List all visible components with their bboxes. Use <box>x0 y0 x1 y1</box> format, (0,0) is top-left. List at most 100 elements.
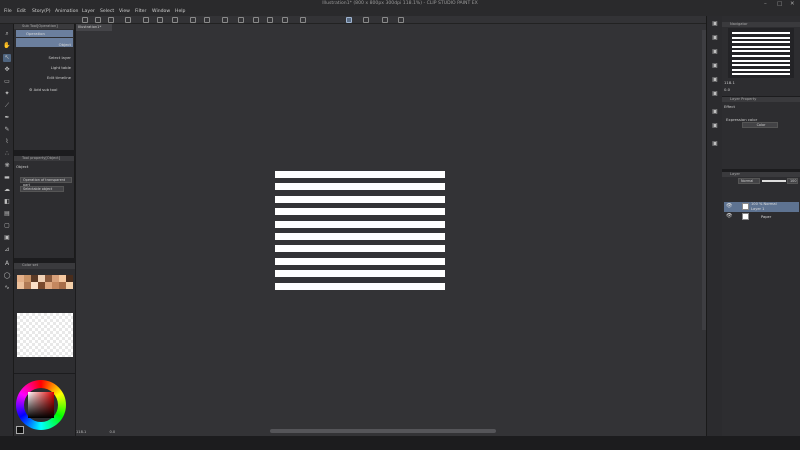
operation-tool-icon[interactable]: ↖ <box>3 54 11 62</box>
navigator-preview[interactable] <box>728 28 794 78</box>
menu-layer[interactable]: Layer <box>82 8 95 16</box>
sub-tool-operation[interactable]: Operation <box>16 30 73 37</box>
color-swatch[interactable] <box>31 282 38 289</box>
color-swatch[interactable] <box>38 275 45 282</box>
color-swatch[interactable] <box>59 275 66 282</box>
new-file-icon[interactable] <box>82 17 88 23</box>
dock-icon-2[interactable]: ▣ <box>711 34 719 42</box>
add-sub-tool-button[interactable]: ⚙ Add sub tool <box>29 87 57 92</box>
color-swatch[interactable] <box>38 282 45 289</box>
gradient-tool-icon[interactable]: ▤ <box>3 210 11 218</box>
dock-icon-8[interactable]: ▣ <box>711 122 719 130</box>
dock-icon-4[interactable]: ▣ <box>711 62 719 70</box>
color-set-tab[interactable]: Color set <box>22 263 38 267</box>
color-swatch[interactable] <box>24 275 31 282</box>
hand-tool-icon[interactable]: ✋ <box>3 42 11 50</box>
transparent-operation-field[interactable]: Operation of transparent part <box>20 177 72 187</box>
undo-icon[interactable] <box>190 17 196 23</box>
brush-tool-icon[interactable]: ⌇ <box>3 138 11 146</box>
visibility-eye-icon[interactable]: 👁 <box>726 214 732 219</box>
dock-icon-7[interactable]: ▣ <box>711 108 719 116</box>
main-color-chip[interactable] <box>16 426 24 434</box>
menu-story[interactable]: Story(P) <box>32 8 51 16</box>
color-swatch[interactable] <box>17 282 24 289</box>
menu-edit[interactable]: Edit <box>17 8 26 16</box>
dock-icon-5[interactable]: ▣ <box>711 76 719 84</box>
sub-tool-object[interactable]: Object <box>16 38 73 47</box>
color-swatch[interactable] <box>24 282 31 289</box>
opacity-slider[interactable] <box>762 180 786 182</box>
select-all-icon[interactable] <box>238 17 244 23</box>
fill-tool-icon[interactable]: ◧ <box>3 198 11 206</box>
eraser-tool-icon[interactable]: ▬ <box>3 174 11 182</box>
maximize-button[interactable]: □ <box>777 0 782 8</box>
color-swatch[interactable] <box>59 282 66 289</box>
selectable-object-field[interactable]: Selectable object <box>20 186 64 192</box>
dock-icon-6[interactable]: ▣ <box>711 90 719 98</box>
save-icon[interactable] <box>108 17 114 23</box>
menu-file[interactable]: File <box>4 8 12 16</box>
eyedropper-tool-icon[interactable]: ⟋ <box>3 102 11 110</box>
expression-color-select[interactable]: Color <box>742 122 778 128</box>
frame-tool-icon[interactable]: ▣ <box>3 234 11 242</box>
color-swatch[interactable] <box>66 275 73 282</box>
auto-select-tool-icon[interactable]: ✦ <box>3 90 11 98</box>
status-zoom[interactable]: 118.1 <box>76 430 86 434</box>
text-tool-icon[interactable]: A <box>3 260 11 268</box>
snap-ruler-icon[interactable] <box>346 17 352 23</box>
layer-row-paper[interactable]: 👁 Paper <box>724 212 799 222</box>
cut-icon[interactable] <box>157 17 163 23</box>
color-swatch[interactable] <box>52 282 59 289</box>
pen-tool-icon[interactable]: ✒ <box>3 114 11 122</box>
fill-icon[interactable] <box>253 17 259 23</box>
sub-tool-edit-timeline[interactable]: Edit timeline <box>47 75 71 80</box>
balloon-tool-icon[interactable]: ◯ <box>3 272 11 280</box>
color-swatch[interactable] <box>45 282 52 289</box>
status-angle[interactable]: 0.0 <box>109 430 115 434</box>
crop-icon[interactable] <box>282 17 288 23</box>
grid-icon[interactable] <box>398 17 404 23</box>
figure-tool-icon[interactable]: ▢ <box>3 222 11 230</box>
redo-icon[interactable] <box>204 17 210 23</box>
menu-view[interactable]: View <box>119 8 130 16</box>
color-swatch[interactable] <box>17 275 24 282</box>
zoom-tool-icon[interactable]: ⌕ <box>3 30 11 38</box>
close-button[interactable]: ✕ <box>790 0 795 8</box>
blend-tool-icon[interactable]: ☁ <box>3 186 11 194</box>
move-layer-tool-icon[interactable]: ✥ <box>3 66 11 74</box>
navigator-angle[interactable]: 0.0 <box>724 87 730 92</box>
dock-icon-1[interactable]: ▣ <box>711 20 719 28</box>
dock-icon-9[interactable]: ▣ <box>711 140 719 148</box>
navigator-zoom[interactable]: 118.1 <box>724 80 735 85</box>
minimize-button[interactable]: – <box>764 0 767 8</box>
color-swatch[interactable] <box>45 275 52 282</box>
print-icon[interactable] <box>125 17 131 23</box>
selection-tool-icon[interactable]: ▭ <box>3 78 11 86</box>
snap-grid-icon[interactable] <box>382 17 388 23</box>
snap-special-ruler-icon[interactable] <box>363 17 369 23</box>
menu-filter[interactable]: Filter <box>135 8 146 16</box>
color-swatch[interactable] <box>52 275 59 282</box>
airbrush-tool-icon[interactable]: ∴ <box>3 150 11 158</box>
horizontal-scrollbar[interactable] <box>270 429 496 433</box>
decoration-tool-icon[interactable]: ❋ <box>3 162 11 170</box>
color-swatch[interactable] <box>31 275 38 282</box>
snap-icon[interactable] <box>300 17 306 23</box>
menu-animation[interactable]: Animation <box>55 8 78 16</box>
blend-mode-select[interactable]: Normal <box>738 178 760 184</box>
document-tab[interactable]: Illustration1* <box>76 24 112 31</box>
deselect-icon[interactable] <box>222 17 228 23</box>
correct-line-tool-icon[interactable]: ∿ <box>3 284 11 292</box>
dock-icon-3[interactable]: ▣ <box>711 48 719 56</box>
sub-tool-select-layer[interactable]: Select layer <box>49 55 71 60</box>
sub-tool-light-table[interactable]: Light table <box>51 65 71 70</box>
saturation-brightness-square[interactable] <box>28 392 54 418</box>
menu-select[interactable]: Select <box>100 8 114 16</box>
visibility-eye-icon[interactable]: 👁 <box>726 204 732 209</box>
main-color-swatch[interactable] <box>3 299 11 307</box>
clear-icon[interactable] <box>143 17 149 23</box>
transform-icon[interactable] <box>267 17 273 23</box>
menu-window[interactable]: Window <box>152 8 170 16</box>
layer-row-layer1[interactable]: 👁 100 % Normal Layer 1 <box>724 202 799 212</box>
opacity-value[interactable]: 100 <box>787 178 798 184</box>
